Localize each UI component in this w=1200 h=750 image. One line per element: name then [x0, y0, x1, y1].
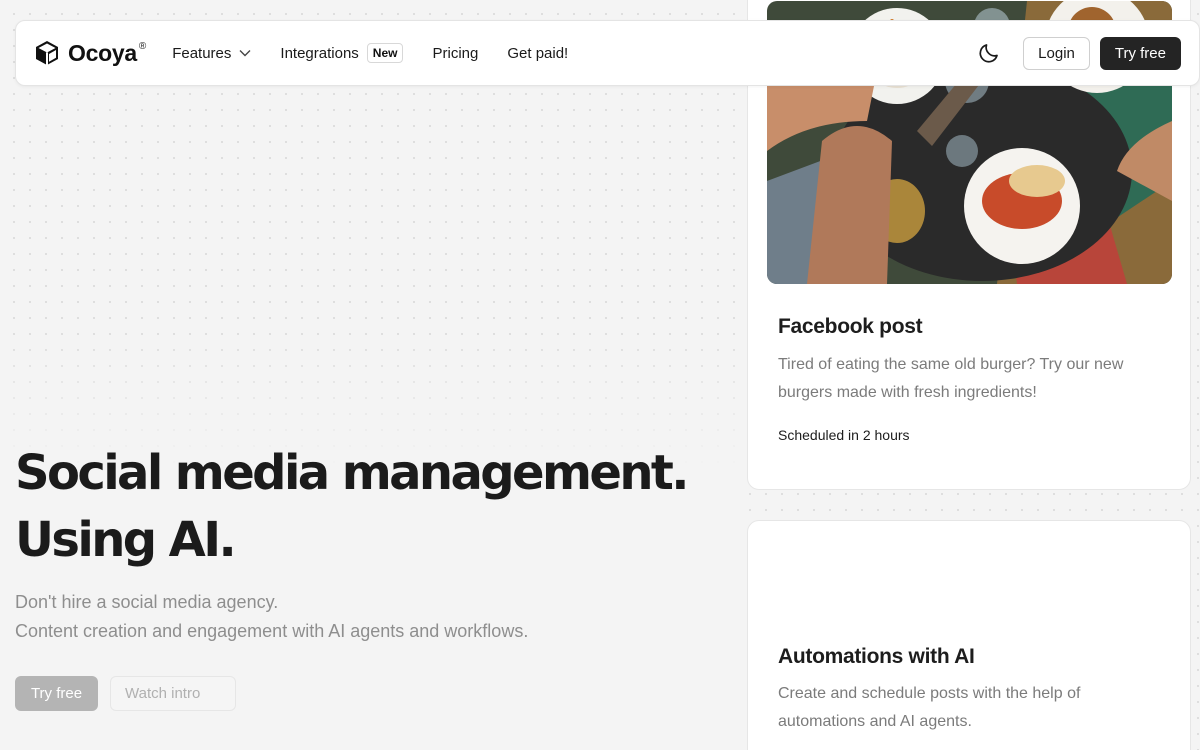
cube-logo-icon	[36, 41, 58, 65]
hero-title-line-1: Social media management.	[15, 445, 690, 501]
hero-section: Social media management. Using AI. Don't…	[15, 440, 715, 711]
hero-title: Social media management. Using AI.	[15, 440, 715, 574]
hero-title-line-2: Using AI.	[15, 512, 237, 568]
nav-pricing[interactable]: Pricing	[432, 45, 478, 62]
automations-card: Automations with AI Create and schedule …	[747, 520, 1191, 750]
card-description: Tired of eating the same old burger? Try…	[778, 356, 1124, 401]
nav-get-paid-label: Get paid!	[507, 44, 569, 62]
brand-name: Ocoya	[68, 39, 137, 66]
card-description: Create and schedule posts with the help …	[778, 685, 1081, 730]
nav-features[interactable]: Features	[172, 45, 251, 62]
nav-integrations[interactable]: Integrations New	[280, 43, 404, 63]
nav-integrations-label: Integrations	[280, 44, 359, 62]
chevron-down-icon	[239, 50, 251, 57]
card-title: Automations with AI	[778, 645, 975, 668]
hero-subtitle: Don't hire a social media agency. Conten…	[15, 588, 715, 646]
card-title: Facebook post	[778, 315, 923, 338]
try-free-button[interactable]: Try free	[1099, 36, 1181, 70]
nav-actions: Login Try free	[977, 36, 1181, 70]
hero-subtitle-line-1: Don't hire a social media agency.	[15, 592, 279, 612]
moon-icon[interactable]	[977, 41, 1001, 65]
login-button[interactable]: Login	[1023, 36, 1090, 70]
registered-mark: ®	[138, 40, 147, 52]
schedule-status: Scheduled in 2 hours	[778, 427, 910, 443]
hero-try-free-button[interactable]: Try free	[15, 676, 98, 711]
nav-links: Features Integrations New Pricing Get pa…	[172, 43, 568, 63]
new-badge: New	[366, 43, 404, 63]
top-navbar: Ocoya ® Features Integrations New Pricin…	[15, 20, 1200, 86]
brand[interactable]: Ocoya ®	[34, 39, 146, 67]
nav-features-label: Features	[172, 44, 232, 62]
hero-subtitle-line-2: Content creation and engagement with AI …	[15, 621, 529, 641]
watch-intro-button[interactable]: Watch intro	[110, 676, 236, 711]
nav-pricing-label: Pricing	[432, 44, 479, 62]
hero-actions: Try free Watch intro	[15, 676, 715, 711]
nav-get-paid[interactable]: Get paid!	[507, 45, 568, 62]
